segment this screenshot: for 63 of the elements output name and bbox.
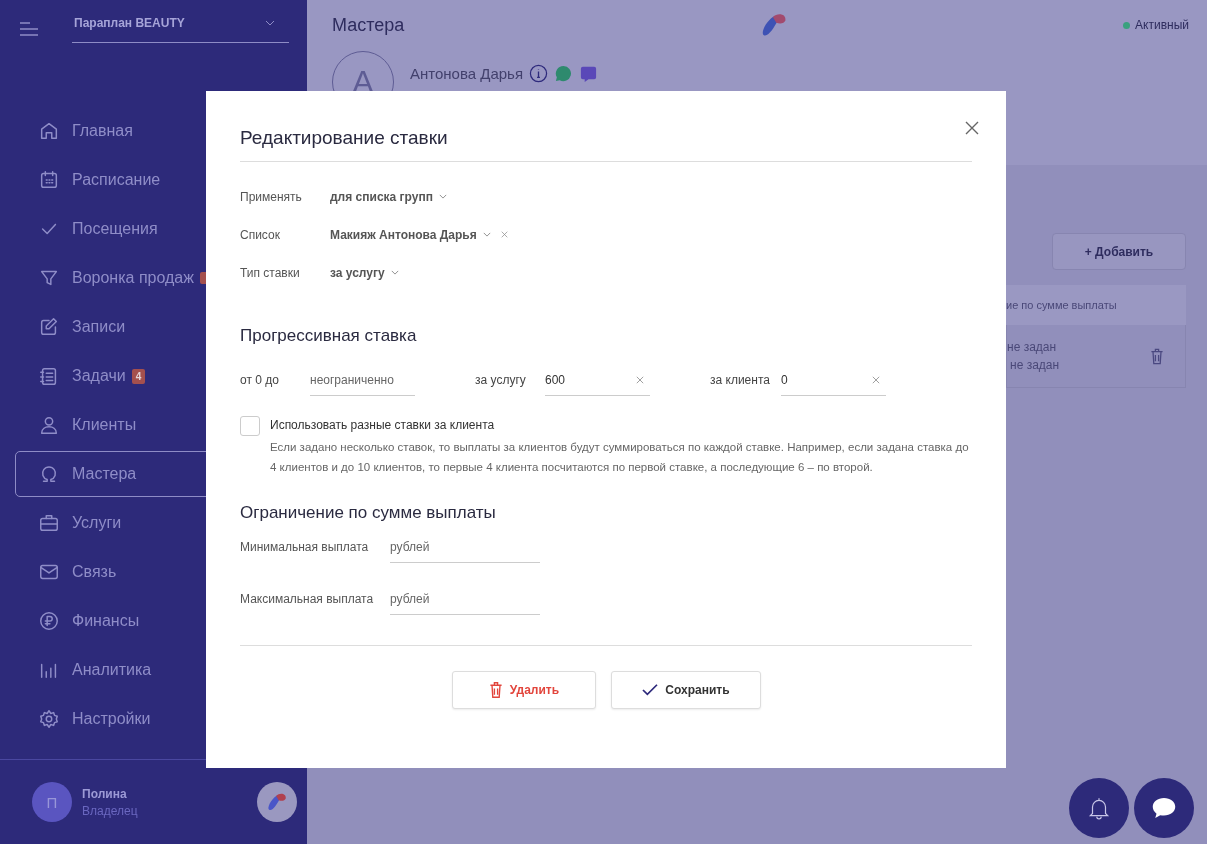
chevron-down-icon (265, 20, 275, 26)
table-header: ие по сумме выплаты (1006, 285, 1186, 325)
nav-item[interactable]: Аналитика (15, 647, 292, 693)
organization-select[interactable]: Параплан BEAUTY (72, 14, 289, 43)
clear-icon[interactable] (636, 376, 644, 384)
input-field[interactable]: рублей (390, 583, 540, 615)
field-label: Тип ставки (240, 265, 301, 280)
add-button[interactable]: + Добавить (1052, 233, 1186, 270)
edit-icon (38, 316, 60, 338)
chat-bubble-icon[interactable] (554, 64, 574, 83)
user-name: Полина (82, 786, 128, 801)
ruble-icon (38, 610, 60, 632)
clear-icon[interactable] (872, 376, 880, 384)
checkbox[interactable] (240, 416, 260, 436)
notifications-button[interactable] (1069, 778, 1129, 838)
field-label: Максимальная выплата (240, 592, 375, 606)
trash-icon (487, 681, 504, 699)
phone-bubble-icon[interactable] (579, 64, 599, 83)
count-badge: 4 (131, 368, 146, 384)
field-label: за услугу (475, 373, 527, 387)
menu-icon[interactable] (18, 20, 40, 37)
checkbox-label: Использовать разные ставки за клиента (270, 418, 496, 432)
trash-icon[interactable] (1149, 346, 1165, 366)
input-field[interactable]: 0 (781, 364, 886, 396)
dropdown[interactable]: Макияж Антонова Дарья (330, 227, 491, 242)
nav-item[interactable]: Настройки (15, 696, 292, 742)
briefcase-icon (38, 512, 60, 534)
section-heading: Ограничение по сумме выплаты (240, 503, 497, 523)
dropdown[interactable]: за услугу (330, 265, 399, 280)
check-icon (641, 683, 660, 697)
close-icon[interactable] (965, 121, 979, 135)
field-label: Применять (240, 189, 303, 204)
table-cell-text: не задан (1007, 340, 1058, 354)
field-label: за клиента (710, 373, 771, 387)
input-field[interactable]: 600 (545, 364, 650, 396)
section-heading: Прогрессивная ставка (240, 326, 418, 346)
person-icon (38, 414, 60, 436)
input-field[interactable]: рублей (390, 531, 540, 563)
chevron-down-icon (438, 194, 447, 199)
page-title: Мастера (332, 14, 405, 36)
home-icon (38, 120, 60, 142)
field-label: от 0 до (240, 373, 280, 387)
input-field[interactable]: неограниченно (310, 364, 415, 396)
chat-button[interactable] (1134, 778, 1194, 838)
master-name: Антонова Дарья (410, 65, 524, 82)
chevron-down-icon (390, 270, 399, 275)
info-icon[interactable] (529, 64, 549, 83)
field-label: Список (240, 227, 281, 242)
field-label: Минимальная выплата (240, 540, 370, 554)
logo-button[interactable] (257, 782, 297, 822)
delete-button[interactable]: Удалить (451, 671, 596, 709)
bell-icon (1086, 795, 1112, 821)
chevron-down-icon (482, 232, 491, 237)
save-button[interactable]: Сохранить (610, 671, 761, 709)
user-role: Владелец (82, 803, 139, 818)
gear-icon (38, 708, 60, 730)
user-avatar[interactable]: П (32, 782, 72, 822)
dropdown[interactable]: для списка групп (330, 189, 447, 204)
clear-icon[interactable] (500, 231, 508, 238)
calendar-icon (38, 169, 60, 191)
dialog-title: Редактирование ставки (240, 127, 448, 149)
table-cell-text: не задан (1009, 358, 1060, 372)
status-label: Активный (1135, 18, 1189, 32)
